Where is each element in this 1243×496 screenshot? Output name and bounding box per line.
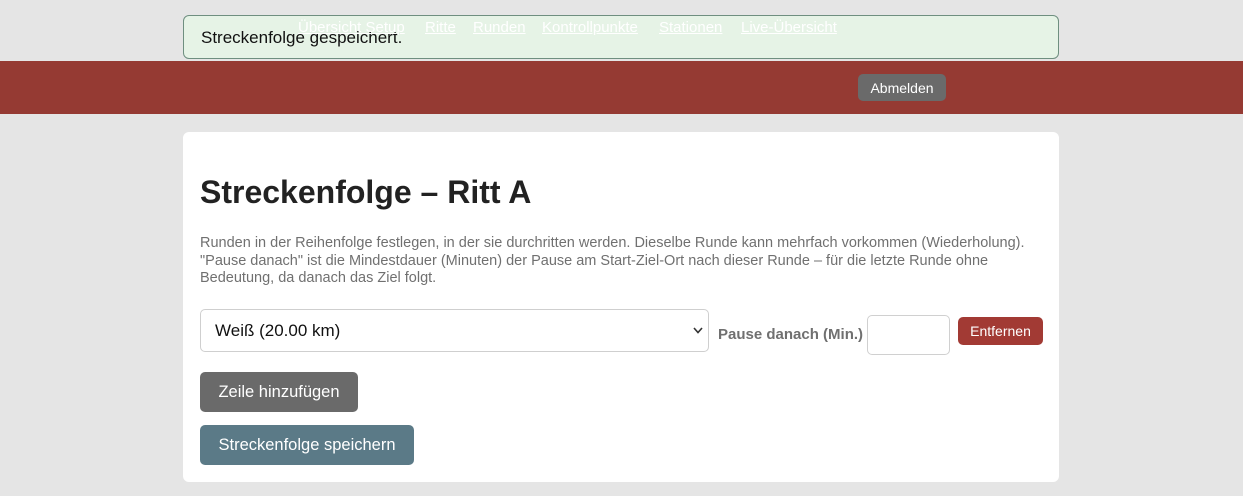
nav-link-live-uebersicht[interactable]: Live-Übersicht [741, 19, 837, 36]
save-sequence-button[interactable]: Streckenfolge speichern [200, 425, 414, 465]
nav-link-runden[interactable]: Runden [473, 19, 526, 36]
pause-label: Pause danach (Min.) [718, 326, 864, 343]
page-description: Runden in der Reihenfolge festlegen, in … [200, 235, 1025, 286]
round-select-value: Weiß (20.00 km) [215, 321, 341, 340]
pause-minutes-input[interactable] [867, 315, 950, 355]
top-navbar [0, 61, 1243, 114]
chevron-down-icon [692, 310, 704, 351]
nav-link-stationen[interactable]: Stationen [659, 19, 722, 36]
page-title: Streckenfolge – Ritt A [200, 174, 532, 210]
remove-row-button[interactable]: Entfernen [958, 317, 1043, 345]
round-select[interactable]: Weiß (20.00 km) [200, 309, 709, 352]
nav-link-ritte[interactable]: Ritte [425, 19, 456, 36]
nav-link-uebersicht-setup[interactable]: Übersicht Setup [298, 19, 405, 36]
add-row-button[interactable]: Zeile hinzufügen [200, 372, 358, 412]
nav-link-kontrollpunkte[interactable]: Kontrollpunkte [542, 19, 638, 36]
logout-button[interactable]: Abmelden [858, 74, 946, 101]
